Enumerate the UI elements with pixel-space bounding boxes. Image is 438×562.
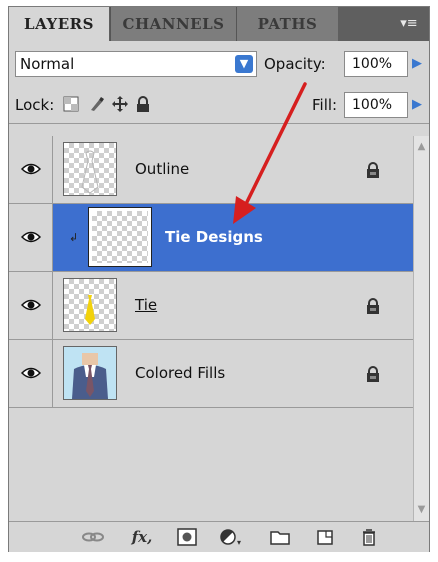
lock-icon bbox=[367, 298, 379, 314]
visibility-toggle[interactable] bbox=[9, 204, 53, 271]
layer-name: Tie Designs bbox=[165, 228, 263, 246]
clipping-mask-arrow-icon: ↲ bbox=[69, 231, 79, 244]
adjustment-icon[interactable]: ▾ bbox=[219, 528, 243, 547]
layers-bottom-bar: fx, ▾ bbox=[9, 521, 429, 552]
layer-name: Outline bbox=[135, 160, 190, 178]
layer-row-tie[interactable]: Tie bbox=[9, 272, 413, 340]
trash-icon[interactable] bbox=[359, 528, 379, 546]
opacity-slider-arrow-icon[interactable]: ▶ bbox=[410, 52, 424, 76]
layer-thumbnail bbox=[63, 278, 117, 332]
layer-thumbnail bbox=[63, 142, 117, 196]
tab-layers[interactable]: LAYERS bbox=[9, 7, 109, 41]
fill-slider-arrow-icon[interactable]: ▶ bbox=[410, 93, 424, 117]
tab-paths[interactable]: PATHS bbox=[236, 7, 338, 41]
folder-icon[interactable] bbox=[269, 528, 291, 546]
mask-icon[interactable] bbox=[177, 528, 197, 546]
panel-menu-icon[interactable]: ▾≡ bbox=[397, 15, 421, 33]
lock-image-pixels-icon[interactable] bbox=[89, 96, 105, 112]
tab-channels[interactable]: CHANNELS bbox=[110, 7, 236, 41]
layer-name: Colored Fills bbox=[135, 364, 226, 382]
fill-field[interactable]: 100% bbox=[344, 92, 408, 118]
blend-mode-value: Normal bbox=[20, 55, 75, 73]
eye-icon bbox=[21, 163, 41, 175]
blend-mode-select[interactable]: Normal ▼ bbox=[15, 51, 257, 77]
new-layer-icon[interactable] bbox=[315, 528, 335, 546]
link-icon[interactable] bbox=[81, 528, 105, 546]
scroll-down-icon[interactable]: ▼ bbox=[415, 503, 428, 517]
visibility-toggle[interactable] bbox=[9, 272, 53, 339]
fill-value: 100% bbox=[352, 97, 393, 113]
lock-all-icon[interactable] bbox=[135, 96, 151, 112]
lock-position-icon[interactable] bbox=[112, 96, 128, 112]
eye-icon bbox=[21, 367, 41, 379]
eye-icon bbox=[21, 231, 41, 243]
opacity-field[interactable]: 100% bbox=[344, 51, 408, 77]
layer-row-tie-designs[interactable]: ↲ Tie Designs bbox=[9, 204, 413, 272]
layer-row-colored-fills[interactable]: Colored Fills bbox=[9, 340, 413, 408]
layer-thumbnail bbox=[88, 207, 152, 267]
visibility-toggle[interactable] bbox=[9, 136, 53, 203]
lock-label: Lock: bbox=[15, 96, 55, 114]
layers-scrollbar[interactable]: ▲ ▼ bbox=[413, 136, 429, 521]
tab-bar: LAYERS CHANNELS PATHS ▾≡ bbox=[9, 7, 429, 41]
fx-icon[interactable]: fx, bbox=[127, 528, 157, 546]
visibility-toggle[interactable] bbox=[9, 340, 53, 407]
layers-list: Outline ↲ Tie Designs Tie Colored Fills bbox=[9, 136, 413, 521]
opacity-value: 100% bbox=[352, 56, 393, 72]
opacity-label: Opacity: bbox=[264, 55, 326, 73]
layers-panel: LAYERS CHANNELS PATHS ▾≡ Normal ▼ Opacit… bbox=[8, 6, 430, 552]
fill-label: Fill: bbox=[312, 96, 338, 114]
scroll-up-icon[interactable]: ▲ bbox=[415, 140, 428, 154]
lock-row: Lock: Fill: 100% ▶ bbox=[9, 87, 429, 124]
layer-name: Tie bbox=[135, 296, 158, 314]
eye-icon bbox=[21, 299, 41, 311]
layer-thumbnail bbox=[63, 346, 117, 400]
lock-icon bbox=[367, 162, 379, 178]
blend-row: Normal ▼ Opacity: 100% ▶ bbox=[9, 47, 429, 81]
svg-text:▾: ▾ bbox=[237, 538, 241, 546]
layer-row-outline[interactable]: Outline bbox=[9, 136, 413, 204]
lock-transparency-icon[interactable] bbox=[63, 96, 79, 112]
chevron-down-icon[interactable]: ▼ bbox=[235, 55, 253, 73]
lock-icon bbox=[367, 366, 379, 382]
